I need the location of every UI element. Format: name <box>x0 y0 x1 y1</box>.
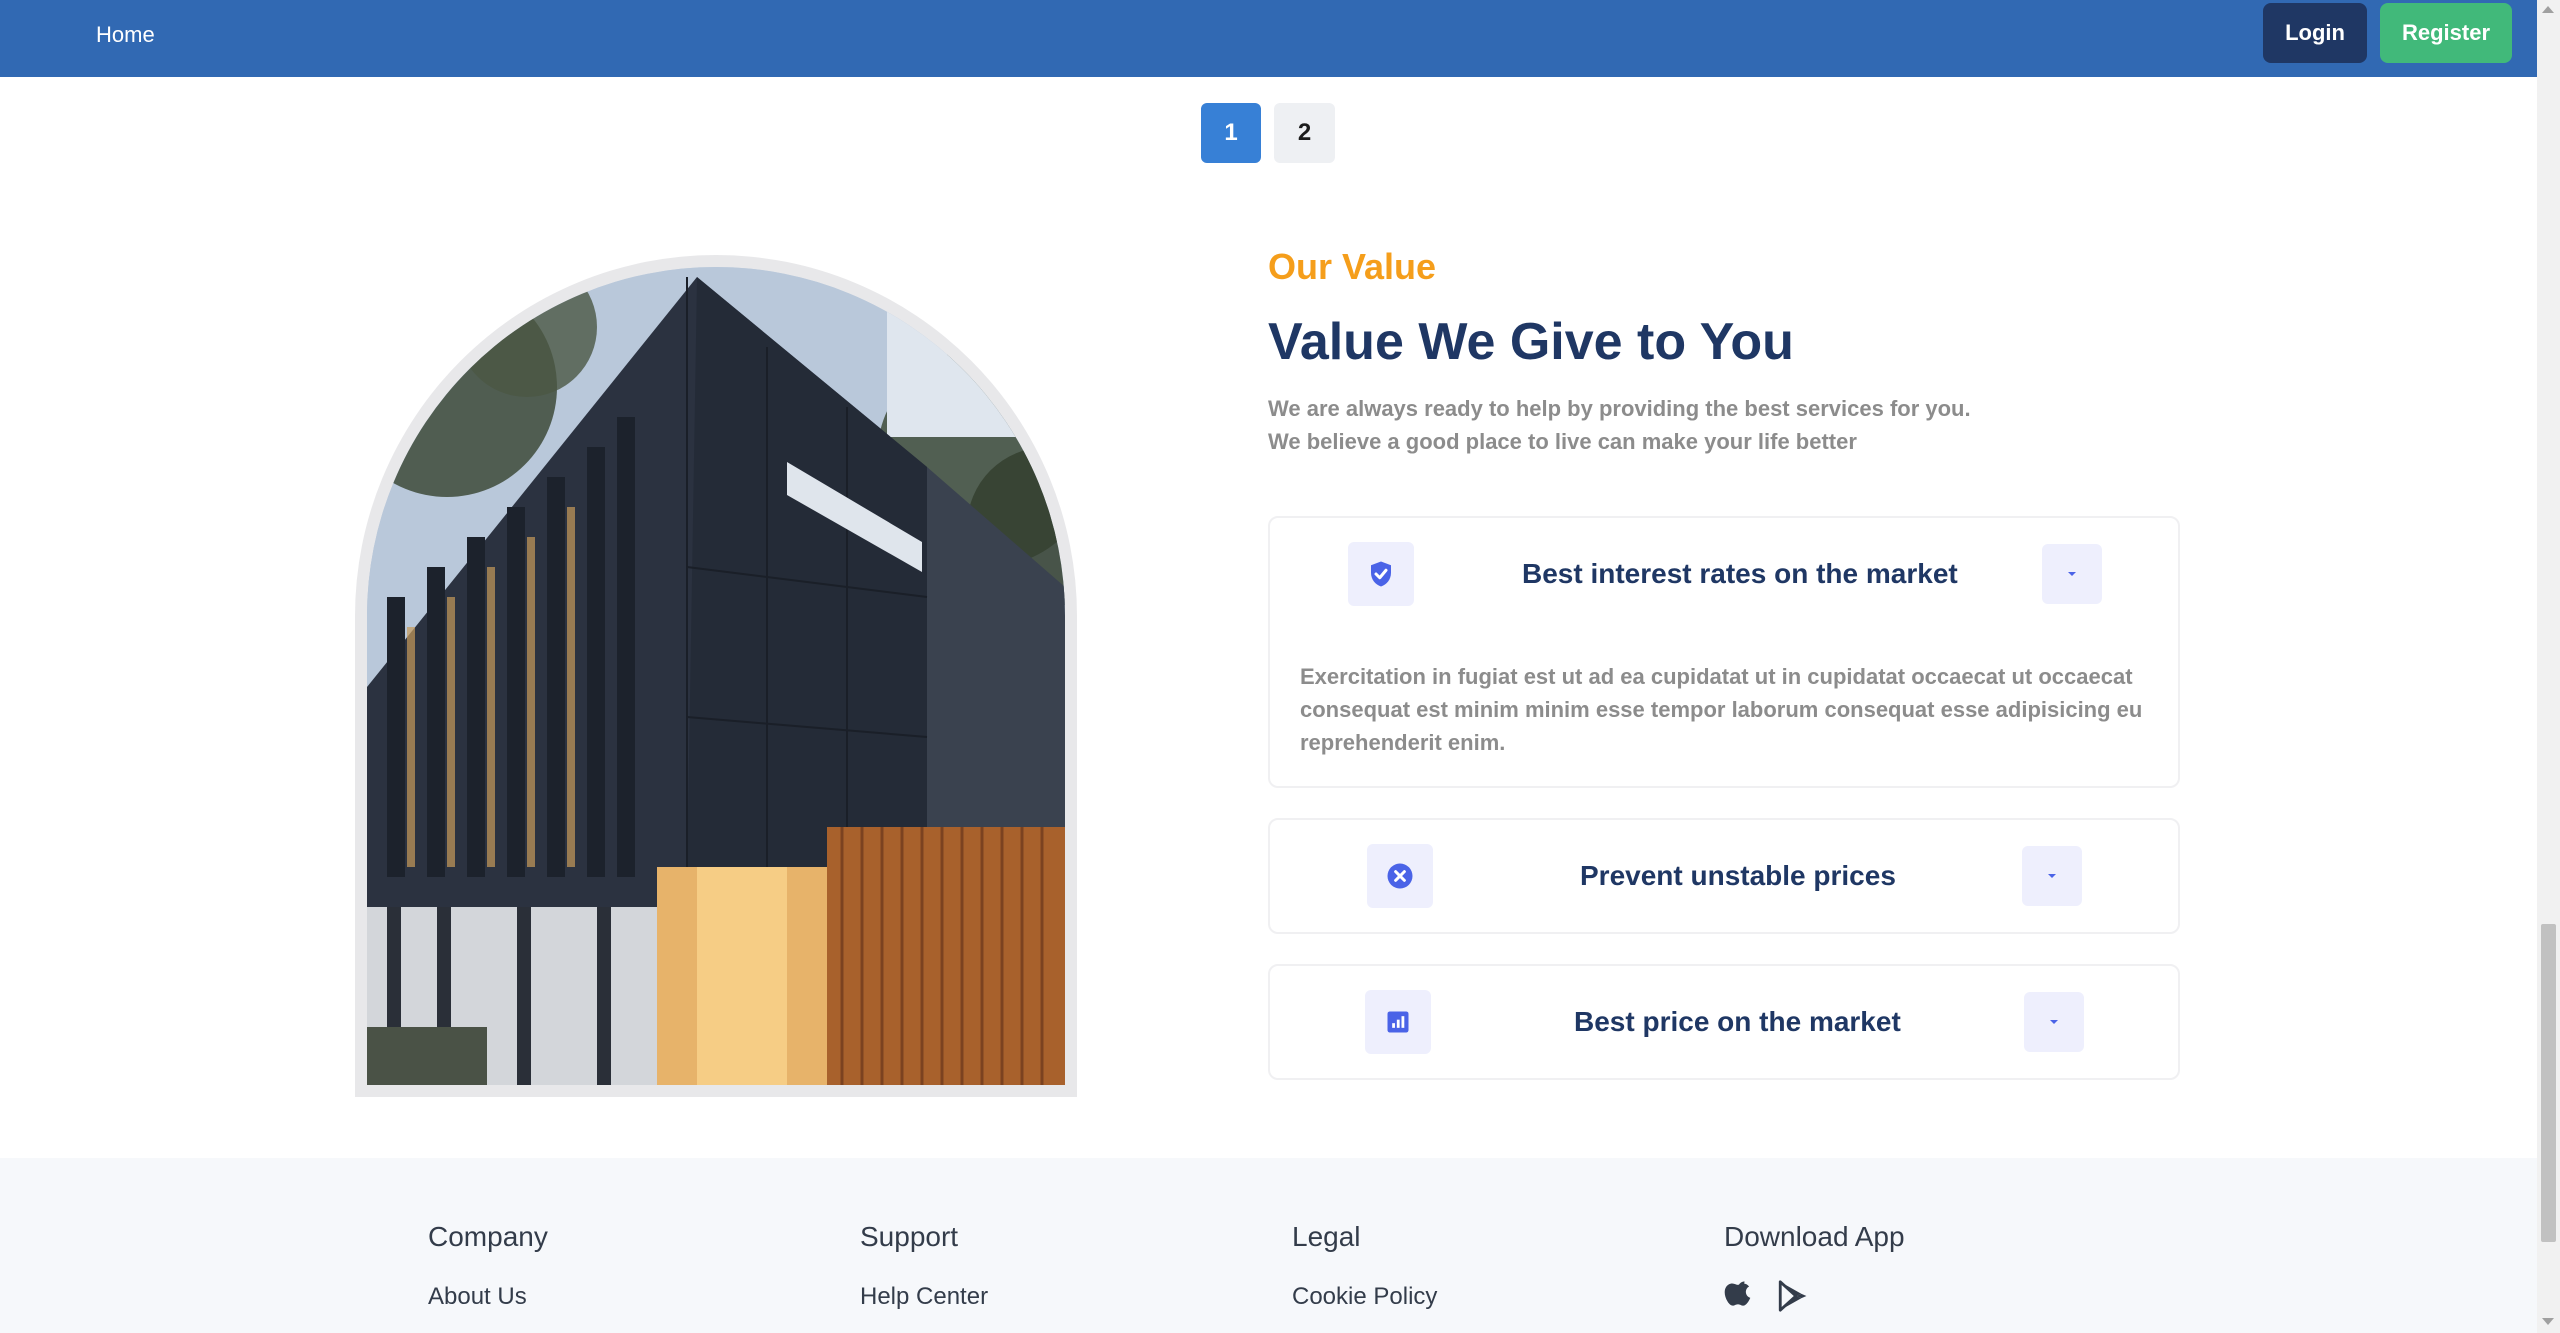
description-line-2: We believe a good place to live can make… <box>1268 429 1857 454</box>
footer-heading: Legal <box>1292 1221 1361 1252</box>
footer-column-support: Support Help Center <box>860 1221 988 1311</box>
page-scrollbar[interactable] <box>2537 0 2560 1333</box>
app-store-icons <box>1724 1279 1905 1318</box>
section-eyebrow: Our Value <box>1268 246 1437 287</box>
chevron-down-icon[interactable] <box>2042 544 2102 604</box>
description-line-1: We are always ready to help by providing… <box>1268 396 1971 421</box>
section-description: We are always ready to help by providing… <box>1268 392 1971 458</box>
footer-column-legal: Legal Cookie Policy <box>1292 1221 1437 1311</box>
footer <box>0 1158 2537 1333</box>
scroll-down-icon[interactable] <box>2542 1318 2554 1325</box>
pagination-page-1[interactable]: 1 <box>1201 103 1261 163</box>
footer-heading: Support <box>860 1221 959 1252</box>
footer-heading: Company <box>428 1221 548 1252</box>
pagination-page-2[interactable]: 2 <box>1274 103 1335 163</box>
accordion-title[interactable]: Best price on the market <box>1574 1006 1901 1038</box>
x-circle-icon <box>1367 844 1433 908</box>
property-image-frame <box>355 255 1077 1097</box>
footer-column-company: Company About Us <box>428 1221 548 1311</box>
navbar: Home Login Register <box>0 0 2537 77</box>
bar-chart-icon <box>1365 990 1431 1054</box>
login-button[interactable]: Login <box>2263 3 2367 63</box>
accordion-item-unstable-prices: Prevent unstable prices <box>1268 818 2180 934</box>
google-play-icon[interactable] <box>1776 1279 1810 1318</box>
chevron-down-icon[interactable] <box>2022 846 2082 906</box>
nav-home-link[interactable]: Home <box>96 22 155 48</box>
footer-link-cookie-policy[interactable]: Cookie Policy <box>1292 1283 1437 1311</box>
register-button[interactable]: Register <box>2380 3 2512 63</box>
footer-link-help-center[interactable]: Help Center <box>860 1283 988 1311</box>
footer-link-about-us[interactable]: About Us <box>428 1283 548 1311</box>
apple-icon[interactable] <box>1724 1279 1754 1318</box>
footer-heading: Download App <box>1724 1221 1905 1252</box>
chevron-down-icon[interactable] <box>2024 992 2084 1052</box>
page: Home Login Register 1 2 Our Value Value … <box>0 0 2560 1333</box>
section-heading: Value We Give to You <box>1268 313 1794 371</box>
property-image <box>367 267 1065 1085</box>
shield-check-icon <box>1348 542 1414 606</box>
accordion-title[interactable]: Best interest rates on the market <box>1522 558 1958 590</box>
accordion-title[interactable]: Prevent unstable prices <box>1580 860 1896 892</box>
scroll-up-icon[interactable] <box>2542 6 2554 13</box>
accordion-body: Exercitation in fugiat est ut ad ea cupi… <box>1300 664 2143 755</box>
footer-column-download-app: Download App <box>1724 1221 1905 1318</box>
accordion-item-interest-rates: Best interest rates on the market Exerci… <box>1268 516 2180 788</box>
accordion-item-best-price: Best price on the market <box>1268 964 2180 1080</box>
scrollbar-thumb[interactable] <box>2541 924 2556 1242</box>
